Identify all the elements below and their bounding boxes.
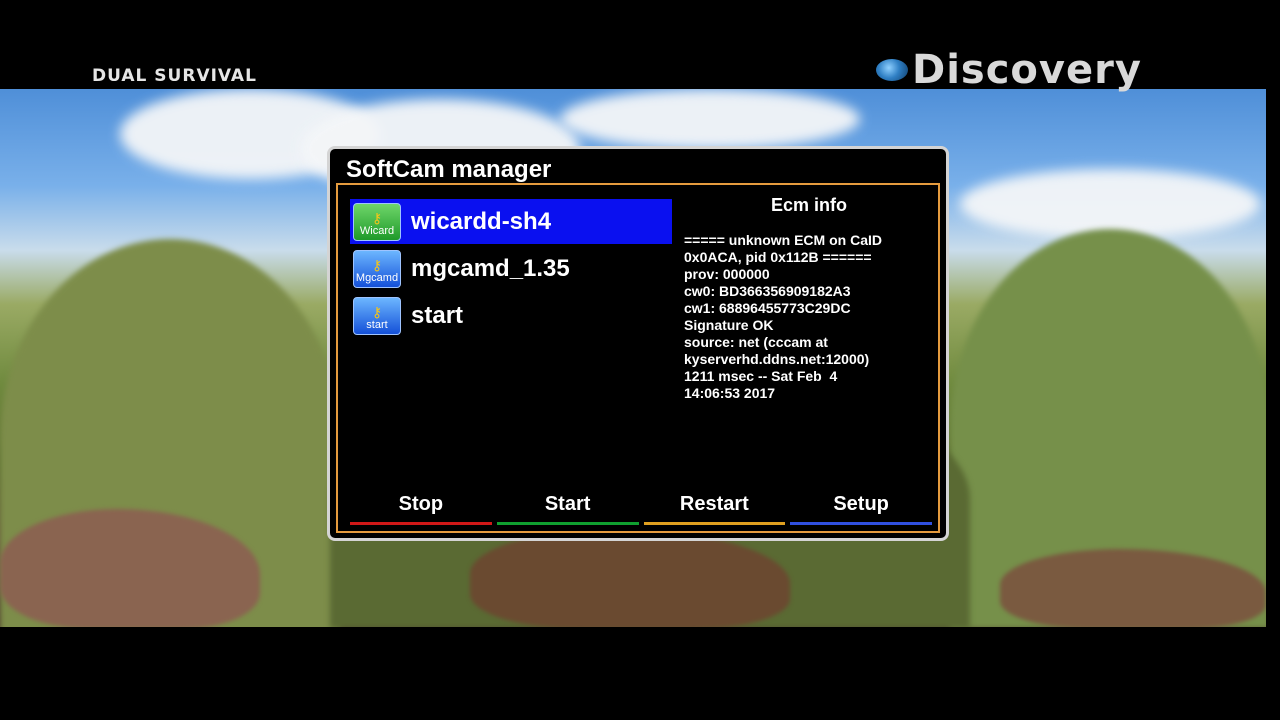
stop-button[interactable]: Stop [350,493,492,525]
cam-list: ⚷ Wicard wicardd-sh4 ⚷ Mgcamd mgcamd_1.3… [350,199,672,340]
mgcamd-icon: ⚷ Mgcamd [353,249,401,288]
ecm-line: 1211 msec -- Sat Feb 4 [684,368,838,384]
dialog-title: SoftCam manager [346,156,552,183]
icon-label: Mgcamd [355,271,399,284]
ecm-line: cw1: 68896455773C29DC [684,300,851,316]
ecm-line: prov: 000000 [684,266,770,282]
ecm-info-panel: Ecm info ===== unknown ECM on CaID 0x0AC… [684,195,934,402]
ecm-line: 0x0ACA, pid 0x112B ====== [684,249,872,265]
button-bar: Stop Start Restart Setup [350,493,932,525]
cam-label: mgcamd_1.35 [411,254,570,282]
icon-label: start [366,318,388,331]
ecm-line: 14:06:53 2017 [684,385,776,401]
start-icon: ⚷ start [353,296,401,335]
cam-label: start [411,301,464,329]
show-title: DUAL SURVIVAL [92,66,257,86]
channel-logo: Discovery [876,50,1142,90]
ecm-line: kyserverhd.ddns.net:12000) [684,351,870,367]
cloud [560,89,860,149]
start-button[interactable]: Start [496,493,639,525]
ecm-line: cw0: BD366356909182A3 [684,283,851,299]
wicard-icon: ⚷ Wicard [353,202,401,241]
icon-label: Wicard [359,224,395,237]
restart-button[interactable]: Restart [643,493,786,525]
ecm-title: Ecm info [770,195,847,215]
globe-icon [876,59,908,81]
dialog-content: ⚷ Wicard wicardd-sh4 ⚷ Mgcamd mgcamd_1.3… [336,183,940,533]
ecm-line: source: net (cccam at [684,334,828,350]
key-icon: ⚷ [371,209,383,226]
cam-item-wicardd[interactable]: ⚷ Wicard wicardd-sh4 [350,199,672,244]
ecm-line: ===== unknown ECM on CaID [684,232,882,248]
cam-label: wicardd-sh4 [411,207,552,235]
cam-item-mgcamd[interactable]: ⚷ Mgcamd mgcamd_1.35 [350,246,672,291]
ecm-line: Signature OK [684,317,774,333]
channel-logo-text: Discovery [912,47,1142,93]
key-icon: ⚷ [371,303,383,320]
key-icon: ⚷ [371,256,383,273]
cam-item-start[interactable]: ⚷ start start [350,293,672,338]
setup-button[interactable]: Setup [790,493,932,525]
softcam-manager-dialog: SoftCam manager ⚷ Wicard wicardd-sh4 ⚷ M… [327,146,949,541]
